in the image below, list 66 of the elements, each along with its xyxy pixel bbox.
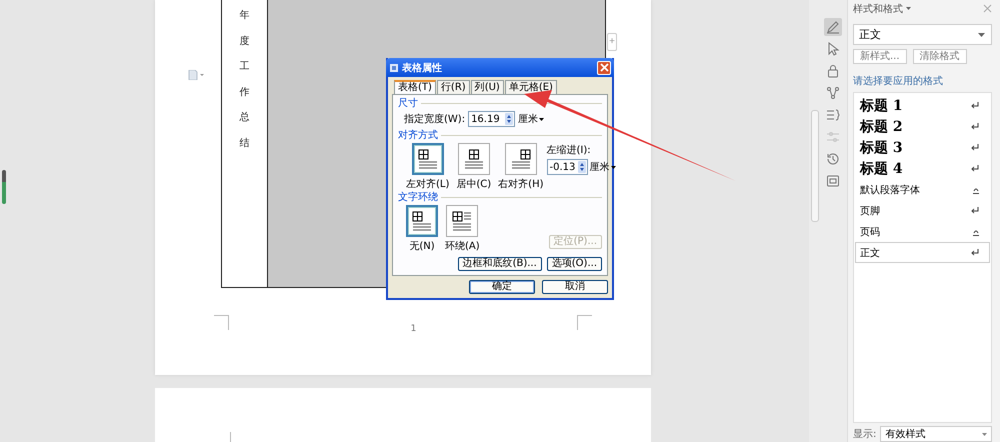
wrapping-option[interactable]: [446, 205, 478, 237]
dialog-button[interactable]: 确定: [469, 280, 535, 294]
zoom-slider-drawing[interactable]: [2, 170, 6, 204]
tab[interactable]: 表格(T): [394, 80, 436, 94]
unit-dropdown[interactable]: 厘米: [590, 160, 616, 174]
paragraph-mark-icon: [971, 102, 979, 110]
spinner-icon[interactable]: [505, 113, 514, 125]
style-item[interactable]: 正文: [855, 242, 990, 264]
dialog-title: 表格属性: [402, 62, 443, 74]
alignment-option[interactable]: [504, 143, 537, 175]
show-dropdown[interactable]: 有效样式: [880, 426, 992, 442]
prompt-label: 请选择要应用的格式: [853, 74, 944, 88]
vertical-title: 年度工作总结: [240, 9, 250, 150]
spinner-icon[interactable]: [578, 161, 586, 173]
width-field[interactable]: 16.19: [468, 111, 516, 127]
tab[interactable]: 行(R): [436, 80, 470, 94]
pane-title[interactable]: 样式和格式: [853, 2, 903, 16]
paragraph-mark-icon: [971, 207, 979, 214]
tab[interactable]: 列(U): [470, 80, 504, 94]
close-button[interactable]: [597, 60, 611, 74]
option-label: 无(N): [409, 240, 435, 253]
show-label: 显示:: [853, 428, 876, 441]
style-item[interactable]: 页码: [855, 221, 990, 242]
character-style-icon: [973, 186, 979, 194]
unit-dropdown[interactable]: 厘米: [518, 112, 544, 126]
style-item[interactable]: 标题 3: [855, 137, 990, 158]
section-heading: 对齐方式: [398, 128, 438, 142]
option-label: 居中(C): [456, 178, 492, 191]
wrapping-option[interactable]: [406, 205, 438, 237]
alignment-option[interactable]: [412, 143, 444, 175]
alignment-option[interactable]: [458, 143, 490, 175]
paragraph-mark-icon: [971, 249, 979, 256]
paragraph-mark-icon: [971, 123, 979, 130]
paragraph-mark-icon: [971, 144, 979, 152]
style-dropdown[interactable]: 正文: [853, 24, 992, 46]
page-number: 1: [410, 324, 416, 335]
style-button[interactable]: 清除格式: [912, 49, 967, 64]
dialog-button[interactable]: 边框和底纹(B)...: [458, 257, 542, 271]
dialog-button[interactable]: 选项(O)...: [546, 257, 602, 271]
width-label: 指定宽度(W):: [404, 112, 466, 126]
section-heading: 尺寸: [398, 96, 418, 110]
option-label: 环绕(A): [445, 240, 480, 253]
style-item[interactable]: 页脚: [855, 200, 990, 222]
option-label: 左对齐(L): [406, 178, 450, 191]
option-label: 右对齐(H): [498, 178, 544, 191]
caret-icon[interactable]: [539, 118, 544, 120]
document-icon[interactable]: [188, 70, 204, 80]
pen-icon[interactable]: [824, 18, 842, 36]
style-item[interactable]: 标题 1: [855, 95, 990, 116]
style-button[interactable]: 新样式...: [853, 49, 907, 64]
tab[interactable]: 单元格(E): [504, 80, 557, 94]
indent-field[interactable]: -0.13: [546, 159, 588, 175]
table-alignment-icon: [416, 147, 440, 171]
character-style-icon: [973, 228, 979, 236]
app-icon: [390, 64, 398, 72]
indent-label: 左缩进(I):: [546, 144, 592, 157]
style-item[interactable]: 标题 4: [855, 158, 990, 180]
section-heading: 文字环绕: [398, 190, 438, 204]
close-icon[interactable]: [983, 4, 992, 14]
text-wrapping-icon: [410, 209, 434, 233]
caret-icon[interactable]: [610, 166, 616, 168]
dialog-button[interactable]: 取消: [542, 280, 608, 294]
style-item[interactable]: 标题 2: [855, 116, 990, 138]
paragraph-mark-icon: [971, 165, 979, 172]
style-item[interactable]: 默认段落字体: [855, 179, 990, 200]
scrollbar[interactable]: [811, 110, 819, 222]
